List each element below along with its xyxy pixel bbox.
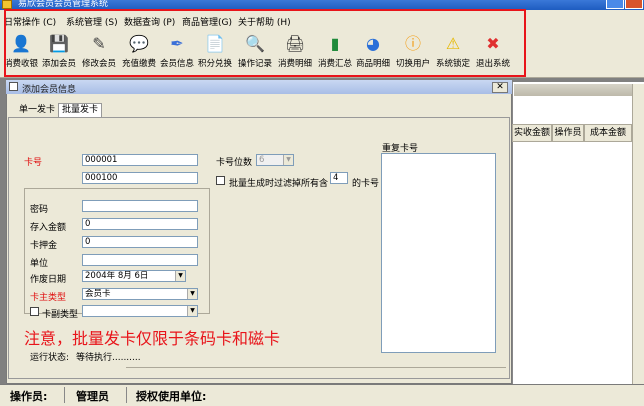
card-digits-label: 卡号位数 xyxy=(216,158,253,168)
unit-label: 单位 xyxy=(30,259,49,269)
sub-type-checkbox[interactable] xyxy=(30,307,39,316)
progress-bar xyxy=(126,367,506,375)
filter-suffix-label: 的卡号 xyxy=(352,179,380,189)
password-label: 密码 xyxy=(30,205,49,215)
vertical-scrollbar[interactable] xyxy=(632,84,644,384)
run-status-value: 等待执行.......... xyxy=(76,353,141,363)
annotation-highlight-box xyxy=(4,9,526,77)
status-bar: 操作员: 管理员 授权使用单位: xyxy=(0,384,644,406)
sub-type-label: 卡副类型 xyxy=(42,310,79,320)
run-status-label: 运行状态: xyxy=(30,353,70,363)
pledge-label: 卡押金 xyxy=(30,241,58,251)
dialog-title: 添加会员信息 xyxy=(22,85,77,95)
duplicate-card-list[interactable] xyxy=(381,153,496,353)
pledge-input[interactable]: 0 xyxy=(82,236,198,248)
card-no-from-input[interactable]: 000001 xyxy=(82,154,198,166)
expire-date-label: 作废日期 xyxy=(30,275,67,285)
operator-label: 操作员: xyxy=(10,390,48,403)
col-header-cost[interactable]: 成本金额 xyxy=(584,124,632,142)
maximize-button[interactable] xyxy=(606,0,624,9)
filter-digit-input[interactable]: 4 xyxy=(330,172,348,184)
tab-single-card[interactable]: 单一发卡 xyxy=(16,104,58,118)
deposit-label: 存入金额 xyxy=(30,223,67,233)
card-type-value: 会员卡 xyxy=(85,289,111,299)
app-icon xyxy=(2,0,12,9)
tab-batch-card[interactable]: 批量发卡 xyxy=(58,103,103,117)
dialog-close-button[interactable]: ✕ xyxy=(492,82,508,93)
card-digits-value: 6 xyxy=(259,155,265,165)
card-type-select[interactable]: 会员卡 ▼ xyxy=(82,288,198,300)
chevron-down-icon: ▼ xyxy=(283,155,293,165)
password-input[interactable] xyxy=(82,200,198,212)
license-label: 授权使用单位: xyxy=(136,390,207,403)
background-window-titlebar xyxy=(514,84,632,96)
filter-checkbox[interactable] xyxy=(216,176,225,185)
filter-checkbox-label: 批量生成时过滤掉所有含 xyxy=(229,179,329,189)
deposit-input[interactable]: 0 xyxy=(82,218,198,230)
chevron-down-icon: ▼ xyxy=(175,271,185,281)
expire-date-value: 2004年 8月 6日 xyxy=(85,271,149,281)
unit-input[interactable] xyxy=(82,254,198,266)
card-digits-select[interactable]: 6 ▼ xyxy=(256,154,294,166)
card-no-label: 卡号 xyxy=(24,158,43,168)
card-no-to-input[interactable]: 000100 xyxy=(82,172,198,184)
card-type-label: 卡主类型 xyxy=(30,293,67,303)
dialog-title-bar: 添加会员信息 xyxy=(6,80,512,95)
window-title: 易欣会员会员管理系统 xyxy=(18,0,109,9)
close-window-button[interactable] xyxy=(625,0,643,9)
col-header-operator[interactable]: 操作员 xyxy=(552,124,584,142)
status-separator xyxy=(126,387,127,403)
operator-value: 管理员 xyxy=(76,390,109,403)
expire-date-picker[interactable]: 2004年 8月 6日 ▼ xyxy=(82,270,186,282)
batch-note: 注意，批量发卡仅限于条码卡和磁卡 xyxy=(24,329,281,348)
sub-type-select[interactable]: ▼ xyxy=(82,305,198,317)
chevron-down-icon: ▼ xyxy=(187,306,197,316)
col-header-paid[interactable]: 实收金额 xyxy=(512,124,552,142)
status-separator xyxy=(64,387,65,403)
dialog-icon xyxy=(9,82,18,91)
chevron-down-icon: ▼ xyxy=(187,289,197,299)
